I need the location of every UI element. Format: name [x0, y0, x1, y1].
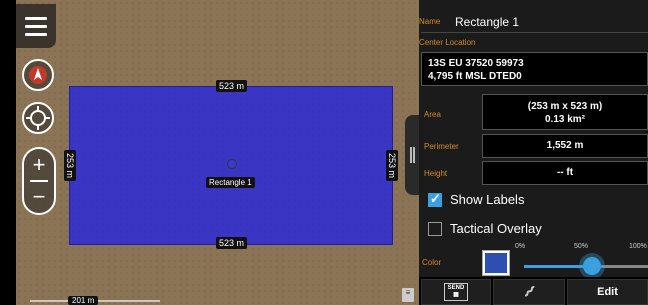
document-icon[interactable]: ≡ [402, 288, 414, 302]
name-field[interactable]: Rectangle 1 [455, 15, 519, 29]
hamburger-icon [25, 16, 47, 20]
tactical-overlay-label: Tactical Overlay [450, 221, 542, 236]
shape-center-marker[interactable] [227, 159, 237, 169]
height-label: Height [424, 169, 448, 178]
show-labels-label: Show Labels [450, 192, 525, 207]
center-location-mgrs: 13S EU 37520 59973 [428, 58, 524, 69]
area-dimensions: (253 m x 523 m) [527, 101, 603, 112]
name-label: Name [419, 17, 441, 26]
perimeter-field[interactable]: 1,552 m [482, 134, 648, 158]
height-field[interactable]: -- ft [482, 161, 648, 185]
locate-button[interactable] [22, 102, 54, 134]
tactical-overlay-checkbox[interactable] [428, 222, 442, 236]
shape-name-label: Rectangle 1 [206, 177, 255, 188]
opacity-tick-100: 100% [629, 243, 647, 250]
send-icon: SEND ▦ [443, 283, 469, 301]
color-swatch[interactable] [482, 250, 510, 276]
left-rail [0, 0, 16, 305]
zoom-out-button[interactable]: − [24, 181, 54, 213]
north-arrow-icon [29, 66, 47, 84]
crosshair-icon [26, 106, 50, 130]
shape-bottom-length-label: 523 m [216, 237, 248, 249]
attach-button[interactable]: ⌇ [493, 279, 565, 305]
shape-right-length-label: 253 m [386, 150, 398, 182]
shape-top-length-label: 523 m [216, 80, 248, 92]
center-location-elevation: 4,795 ft MSL DTED0 [428, 71, 522, 82]
area-value: 0.13 km² [544, 114, 586, 125]
shape-details-panel: Name Rectangle 1 Center Location 13S EU … [419, 0, 648, 305]
center-location-field[interactable]: 13S EU 37520 59973 4,795 ft MSL DTED0 [421, 52, 648, 86]
center-location-label: Center Location [419, 38, 476, 47]
scale-label: 201 m [68, 296, 99, 305]
color-label: Color [422, 258, 442, 267]
edit-button-label: Edit [597, 286, 618, 298]
opacity-slider-handle[interactable] [583, 257, 601, 275]
opacity-slider-fill [524, 265, 592, 268]
zoom-control: + − [22, 147, 56, 215]
edit-button[interactable]: Edit [567, 279, 648, 305]
compass-button[interactable] [22, 59, 54, 91]
zoom-in-button[interactable]: + [24, 149, 54, 181]
opacity-tick-50: 50% [574, 243, 589, 250]
shape-left-length-label: 253 m [64, 150, 76, 182]
map-view[interactable]: 523 m 523 m 253 m 253 m Rectangle 1 [16, 0, 419, 305]
send-button[interactable]: SEND ▦ [421, 279, 491, 305]
menu-button[interactable] [16, 4, 56, 48]
paperclip-icon: ⌇ [519, 283, 538, 302]
area-field[interactable]: (253 m x 523 m) 0.13 km² [482, 94, 648, 130]
perimeter-label: Perimeter [424, 142, 459, 151]
opacity-tick-0: 0% [515, 243, 526, 250]
area-label: Area [424, 110, 441, 119]
show-labels-checkbox[interactable] [428, 191, 442, 207]
panel-drag-handle[interactable] [405, 115, 419, 195]
